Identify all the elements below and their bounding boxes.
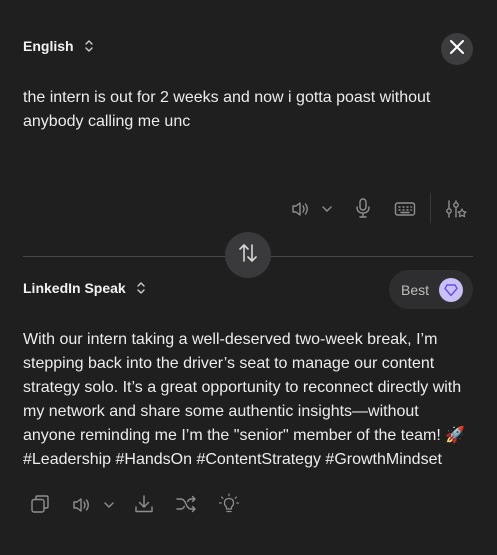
lightbulb-icon[interactable] [218,493,240,515]
speaker-icon[interactable] [290,199,312,219]
chevron-down-icon[interactable] [320,203,334,215]
swap-languages-button[interactable] [225,232,271,278]
chevron-down-icon[interactable] [102,499,116,511]
source-language-label: English [23,38,74,54]
copy-icon[interactable] [30,494,50,514]
settings-sliders-icon[interactable] [445,198,467,220]
target-text: With our intern taking a well-deserved t… [23,331,466,468]
keyboard-icon[interactable] [393,200,417,218]
source-text[interactable]: the intern is out for 2 weeks and now i … [23,86,463,134]
source-language-selector[interactable]: English [23,38,94,54]
chevron-up-down-icon [84,38,94,54]
target-language-label: LinkedIn Speak [23,280,126,296]
chevron-up-down-icon [136,280,146,296]
gem-icon [439,277,464,302]
close-button[interactable] [441,33,473,65]
download-icon[interactable] [133,493,155,515]
swap-icon [236,241,260,270]
close-icon [450,39,464,59]
best-label: Best [401,281,430,298]
target-language-selector[interactable]: LinkedIn Speak [23,280,146,296]
speaker-icon[interactable] [71,495,93,515]
shuffle-icon[interactable] [175,494,197,514]
toolbar-divider [430,193,431,223]
microphone-icon[interactable] [353,197,373,219]
best-mode-button[interactable]: Best [389,270,473,309]
